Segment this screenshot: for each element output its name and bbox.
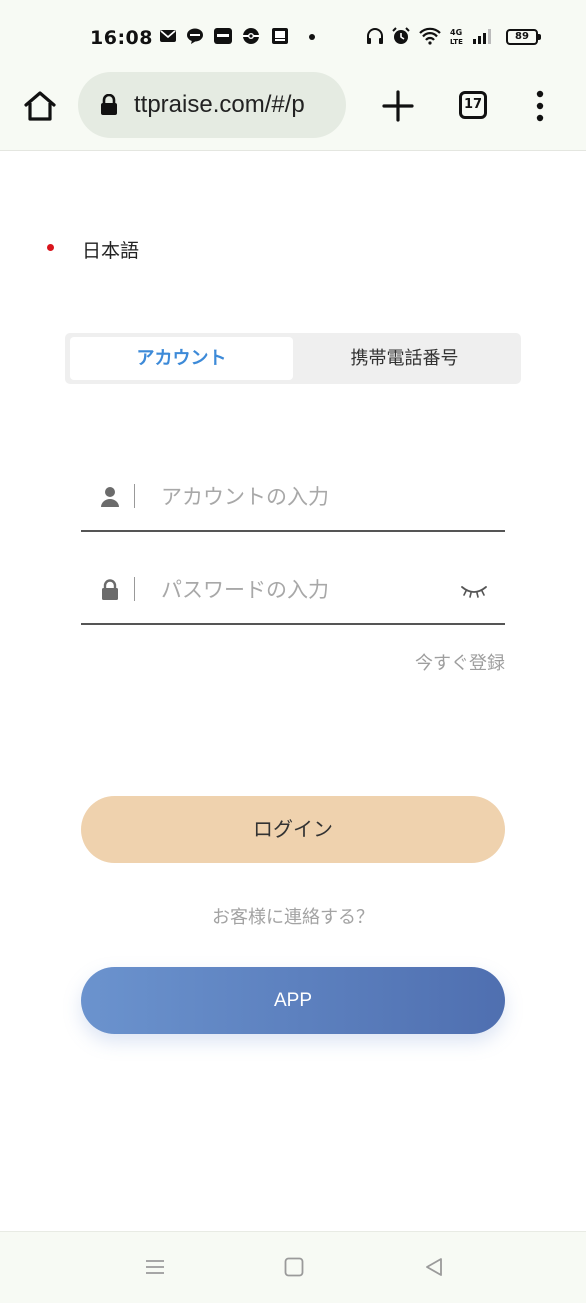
gallery-icon [272, 28, 288, 44]
menu-icon[interactable] [144, 1256, 166, 1278]
lock-icon [102, 579, 118, 600]
svg-text:4G: 4G [450, 28, 462, 37]
battery-icon: 89 [506, 29, 541, 45]
status-bar: 16:08 4G LTE 89 [0, 0, 586, 70]
line-app-icon [214, 28, 232, 44]
account-input[interactable] [161, 480, 451, 514]
tab-account[interactable]: アカウント [70, 337, 293, 380]
line-icon [187, 28, 203, 44]
signal-icon [473, 29, 491, 44]
plus-icon[interactable] [380, 88, 416, 124]
contact-support-link[interactable]: お客様に連絡する？ [0, 903, 586, 929]
volte-icon: 4G LTE [450, 28, 463, 45]
mail-icon [160, 30, 176, 42]
user-icon [101, 487, 119, 507]
status-time: 16:08 [90, 27, 153, 49]
password-input[interactable] [161, 573, 451, 607]
account-field [81, 468, 505, 532]
language-dot [47, 244, 54, 251]
field-separator [134, 484, 135, 508]
home-icon[interactable] [20, 86, 60, 126]
language-selector[interactable]: 日本語 [82, 236, 139, 263]
notification-dot [309, 34, 315, 40]
app-download-button[interactable]: APP [81, 967, 505, 1034]
svg-text:LTE: LTE [450, 38, 463, 45]
url-text[interactable]: ttpraise.com/#/p [134, 91, 305, 119]
login-tab-switch: アカウント 携帯電話番号 [65, 333, 521, 384]
field-separator [134, 577, 135, 601]
password-field [81, 561, 505, 625]
home-square-icon[interactable] [283, 1256, 305, 1278]
more-vert-icon[interactable] [530, 88, 550, 124]
eye-closed-icon[interactable] [459, 581, 489, 601]
browser-toolbar: ttpraise.com/#/p 17 [0, 70, 586, 151]
lock-icon[interactable] [100, 94, 118, 116]
wifi-icon [419, 27, 441, 45]
headphones-icon [367, 28, 383, 44]
back-triangle-icon[interactable] [423, 1256, 445, 1278]
alarm-icon [392, 27, 410, 44]
system-nav-bar [0, 1231, 586, 1303]
register-now-link[interactable]: 今すぐ登録 [415, 649, 505, 675]
pokeball-icon [243, 28, 259, 44]
tabs-icon[interactable]: 17 [459, 91, 487, 119]
login-button[interactable]: ログイン [81, 796, 505, 863]
url-bar[interactable]: ttpraise.com/#/p [78, 72, 346, 138]
tab-phone-number[interactable]: 携帯電話番号 [293, 337, 516, 380]
